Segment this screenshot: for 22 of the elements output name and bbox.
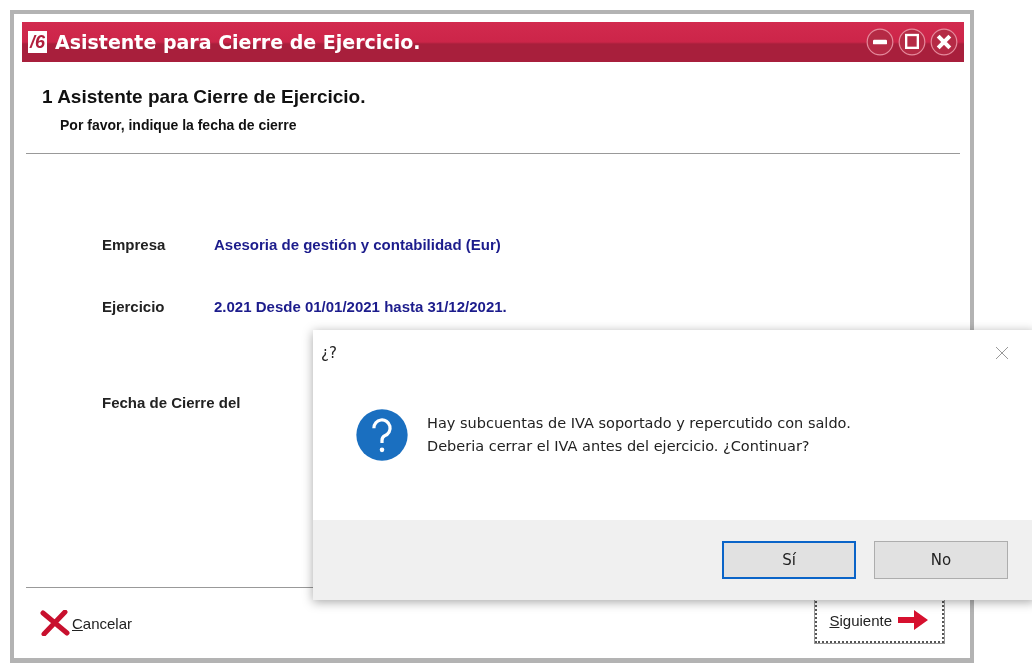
- question-icon: [355, 408, 409, 462]
- app-logo: /6: [28, 31, 47, 53]
- field-label: Ejercicio: [102, 298, 166, 315]
- window-title: Asistente para Cierre de Ejercicio.: [55, 31, 421, 53]
- field-label: Fecha de Cierre del: [102, 394, 241, 411]
- step-subtitle: Por favor, indique la fecha de cierre: [60, 117, 298, 133]
- step-title: 1 Asistente para Cierre de Ejercicio.: [42, 86, 367, 108]
- field-label: Empresa: [102, 236, 167, 253]
- cross-icon: [40, 610, 70, 636]
- maximize-icon[interactable]: [898, 28, 926, 56]
- dialog-button[interactable]: No: [874, 541, 1008, 579]
- minimize-icon[interactable]: [866, 28, 894, 56]
- field-value: Asesoria de gestión y contabilidad (Eur): [214, 236, 501, 253]
- message-text: Deberia cerrar el IVA antes del ejercicio. ¿Continuar?: [427, 437, 811, 456]
- close-icon[interactable]: [930, 28, 958, 56]
- next-button[interactable]: Siguiente: [815, 597, 944, 643]
- field-value: 2.021 Desde 01/01/2021 hasta 31/12/2021.: [214, 298, 507, 315]
- message-text: Hay subcuentas de IVA soportado y repercutido con saldo.: [427, 414, 851, 433]
- dialog-title: ¿?: [321, 344, 337, 362]
- cancel-button[interactable]: Cancelar: [40, 610, 133, 636]
- arrow-icon: [896, 607, 930, 633]
- dialog-button[interactable]: Sí: [722, 541, 856, 579]
